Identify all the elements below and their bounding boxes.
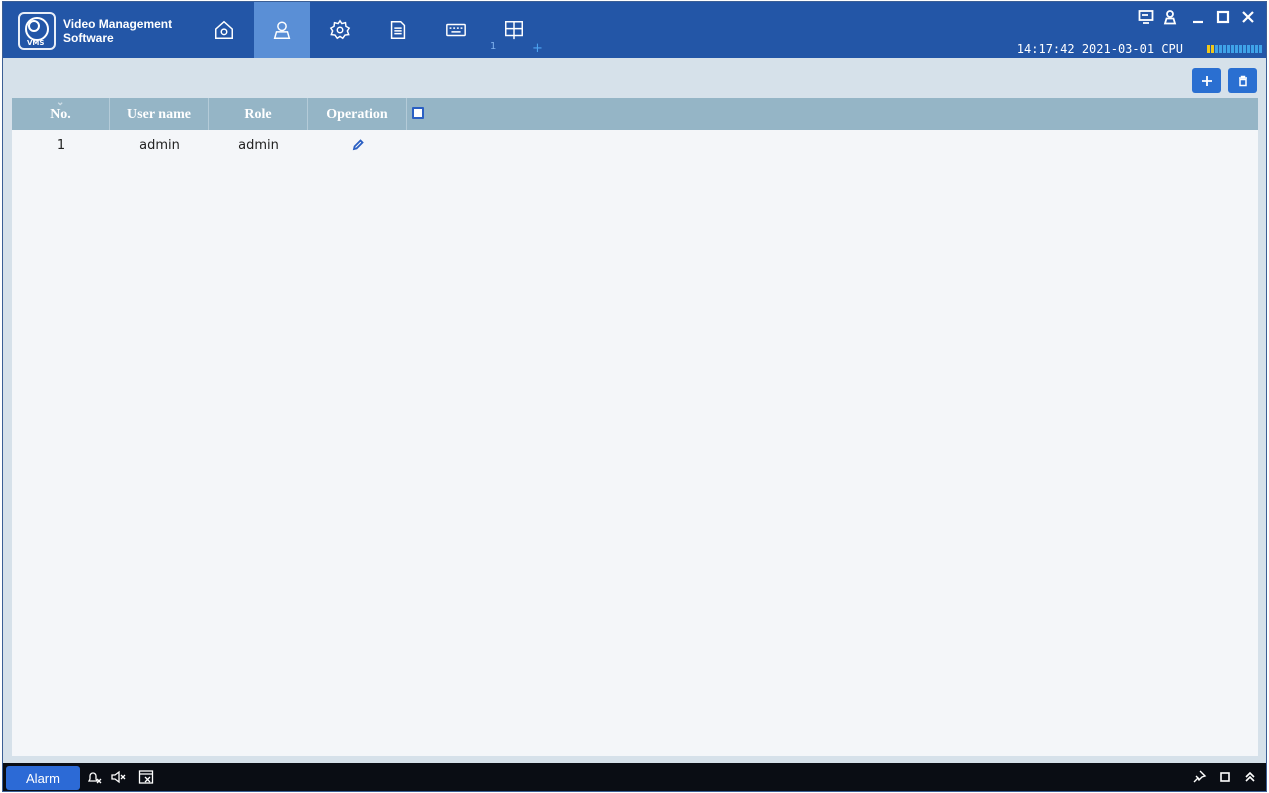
- cpu-meter-segment: [1207, 45, 1210, 53]
- cpu-meter-segment: [1215, 45, 1218, 53]
- clock-time: 14:17:42: [1016, 42, 1075, 56]
- cpu-meter-segment: [1219, 45, 1222, 53]
- cell-role: admin: [238, 137, 279, 153]
- speaker-mute-icon: [111, 770, 126, 784]
- tab-home[interactable]: [196, 2, 252, 58]
- account-button[interactable]: [1160, 8, 1180, 26]
- cpu-meter-segment: [1231, 45, 1234, 53]
- close-icon: [1242, 11, 1254, 23]
- app-title: Video Management Software: [63, 17, 173, 45]
- clear-alarm-button[interactable]: [137, 769, 155, 785]
- add-user-button[interactable]: [1192, 68, 1221, 93]
- app-window: VMS Video Management Software 1 + 14:17:…: [2, 1, 1267, 792]
- top-bar: VMS Video Management Software 1 + 14:17:…: [3, 2, 1266, 58]
- col-role[interactable]: Role: [209, 98, 308, 130]
- col-no[interactable]: ⌄ No.: [12, 97, 110, 130]
- tab-user[interactable]: [254, 2, 310, 58]
- user-icon: [273, 21, 291, 39]
- window-close-icon: [138, 770, 154, 784]
- cpu-meter-segment: [1255, 45, 1258, 53]
- tab-view[interactable]: 1 +: [486, 2, 543, 58]
- document-icon: [390, 21, 406, 39]
- cpu-meter-segment: [1235, 45, 1238, 53]
- app-logo: VMS: [18, 12, 56, 50]
- tab-device[interactable]: [428, 2, 484, 58]
- cpu-meter-segment: [1247, 45, 1250, 53]
- cpu-meter-segment: [1259, 45, 1262, 53]
- pin-button[interactable]: [1190, 769, 1208, 785]
- maximize-button[interactable]: [1213, 8, 1233, 26]
- trash-icon: [1238, 75, 1247, 86]
- bottom-bar: Alarm: [3, 763, 1266, 791]
- cell-no: 1: [56, 137, 66, 153]
- select-all-checkbox[interactable]: [412, 107, 424, 119]
- status-readout: 14:17:42 2021-03-01 CPU: [1017, 42, 1183, 56]
- cpu-meter-segment: [1211, 45, 1214, 53]
- user-icon: [1163, 10, 1177, 25]
- cpu-meter-segment: [1243, 45, 1246, 53]
- minimize-icon: [1193, 20, 1203, 24]
- clock-date: 2021-03-01: [1081, 42, 1155, 56]
- tab-log[interactable]: [370, 2, 426, 58]
- expand-panel-button[interactable]: [1241, 769, 1259, 785]
- cell-operation: [308, 130, 407, 160]
- col-operation[interactable]: Operation: [308, 98, 407, 130]
- plus-icon: [1201, 75, 1212, 86]
- col-user-name[interactable]: User name: [110, 98, 209, 130]
- tab-settings[interactable]: [312, 2, 368, 58]
- cpu-meter-segment: [1251, 45, 1254, 53]
- close-button[interactable]: [1238, 8, 1258, 26]
- alarm-button[interactable]: Alarm: [6, 766, 80, 790]
- cpu-meter-segment: [1223, 45, 1226, 53]
- table-row[interactable]: 1 admin admin: [12, 130, 1258, 160]
- display-mode-button[interactable]: [1136, 8, 1156, 26]
- bell-off-icon: [87, 772, 102, 784]
- edit-pencil-icon[interactable]: [351, 138, 365, 152]
- sound-off-button[interactable]: [109, 769, 127, 785]
- delete-user-button[interactable]: [1228, 68, 1257, 93]
- maximize-icon: [1216, 10, 1230, 24]
- pin-icon: [1193, 770, 1207, 783]
- gear-icon: [329, 19, 351, 40]
- restore-panel-button[interactable]: [1216, 769, 1234, 785]
- chevron-double-up-icon: [1245, 771, 1255, 782]
- view-count-badge: 1: [490, 41, 497, 52]
- alarm-mute-button[interactable]: [85, 769, 103, 785]
- monitor-icon: [1138, 10, 1154, 24]
- cpu-meter: [1207, 45, 1262, 53]
- grid-window-icon: [505, 21, 523, 40]
- table-header: ⌄ No. User name Role Operation: [12, 97, 1258, 130]
- cpu-meter-segment: [1227, 45, 1230, 53]
- cell-user-name: admin: [139, 137, 180, 153]
- square-icon: [1220, 772, 1230, 782]
- cpu-meter-segment: [1239, 45, 1242, 53]
- chevron-down-icon: ⌄: [56, 97, 65, 108]
- cpu-label: CPU: [1161, 42, 1183, 56]
- home-icon: [215, 20, 233, 39]
- add-view-icon[interactable]: +: [532, 41, 543, 56]
- user-table: ⌄ No. User name Role Operation 1 admin a…: [12, 97, 1258, 756]
- minimize-button[interactable]: [1188, 8, 1208, 26]
- keyboard-icon: [446, 23, 466, 37]
